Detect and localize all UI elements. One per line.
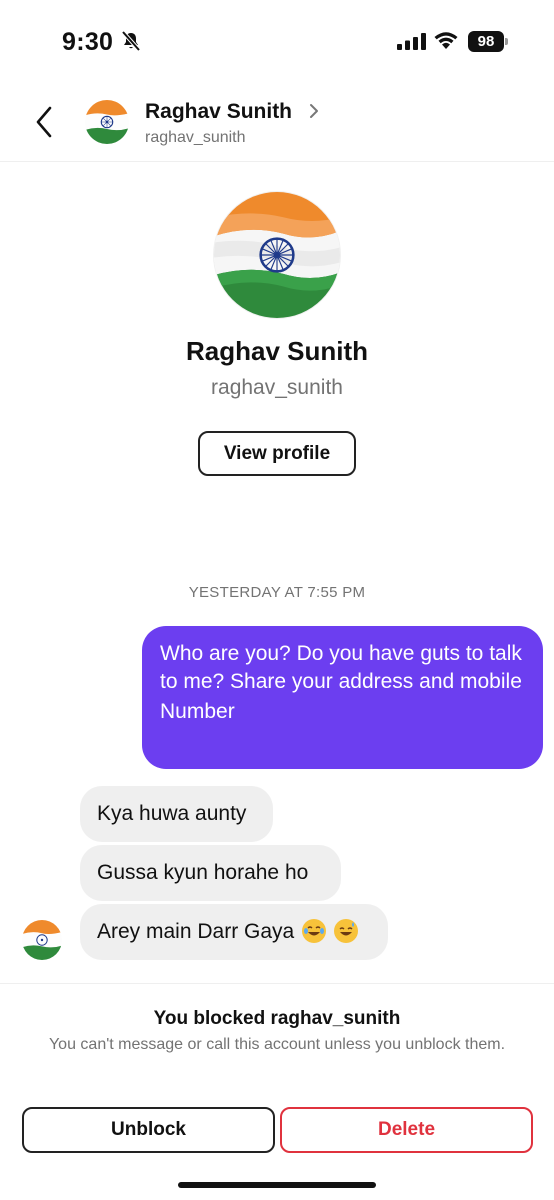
incoming-message[interactable]: Arey main Darr Gaya (80, 904, 388, 960)
outgoing-message-text-2: Number (160, 700, 235, 723)
status-bar: 9:30 98 (0, 0, 554, 80)
header-avatar[interactable] (85, 100, 129, 144)
chat-header: Raghav Sunith raghav_sunith (0, 80, 554, 162)
outgoing-message[interactable]: Who are you? Do you have guts to talk to… (142, 626, 543, 769)
profile-avatar[interactable] (214, 192, 340, 318)
blocked-title: You blocked raghav_sunith (153, 1008, 401, 1029)
incoming-message-text: Kya huwa aunty (97, 802, 247, 825)
bell-off-icon (121, 30, 141, 52)
profile-name: Raghav Sunith (185, 336, 368, 366)
status-time: 9:30 (62, 28, 114, 56)
incoming-message[interactable]: Gussa kyun horahe ho (80, 845, 341, 901)
unblock-button[interactable]: Unblock (22, 1107, 275, 1153)
incoming-message-text: Gussa kyun horahe ho (97, 861, 309, 884)
india-flag-avatar (85, 100, 129, 144)
battery-icon: 98 (468, 31, 508, 52)
header-name[interactable]: Raghav Sunith (145, 100, 292, 124)
blocked-description: You can't message or call this account u… (48, 1036, 506, 1053)
wifi-icon (434, 32, 458, 49)
outgoing-message-text: Who are you? Do you have guts to talk to… (160, 642, 522, 693)
chat-screen: 9:30 98 Raghav Sunith raghav_sunith Ragh… (0, 0, 554, 1200)
view-profile-button[interactable]: View profile (198, 431, 356, 476)
signal-icon (397, 33, 426, 50)
home-indicator[interactable] (178, 1182, 376, 1188)
profile-username: raghav_sunith (211, 376, 343, 399)
message-timestamp: YESTERDAY AT 7:55 PM (188, 584, 366, 601)
india-flag-avatar (214, 192, 340, 318)
delete-button[interactable]: Delete (280, 1107, 533, 1153)
header-username: raghav_sunith (145, 129, 246, 146)
sweat-smile-emoji (333, 919, 358, 943)
india-flag-avatar (22, 920, 62, 960)
laughing-tears-emoji (302, 919, 327, 943)
chevron-right-icon[interactable] (308, 102, 320, 120)
battery-cap (505, 38, 508, 45)
back-button[interactable] (28, 102, 62, 142)
battery-level: 98 (468, 31, 504, 52)
incoming-message-text: Arey main Darr Gaya (97, 920, 295, 943)
sender-avatar[interactable] (22, 920, 62, 960)
blocked-notice: You blocked raghav_sunith You can't mess… (0, 983, 554, 1200)
incoming-message[interactable]: Kya huwa aunty (80, 786, 273, 842)
